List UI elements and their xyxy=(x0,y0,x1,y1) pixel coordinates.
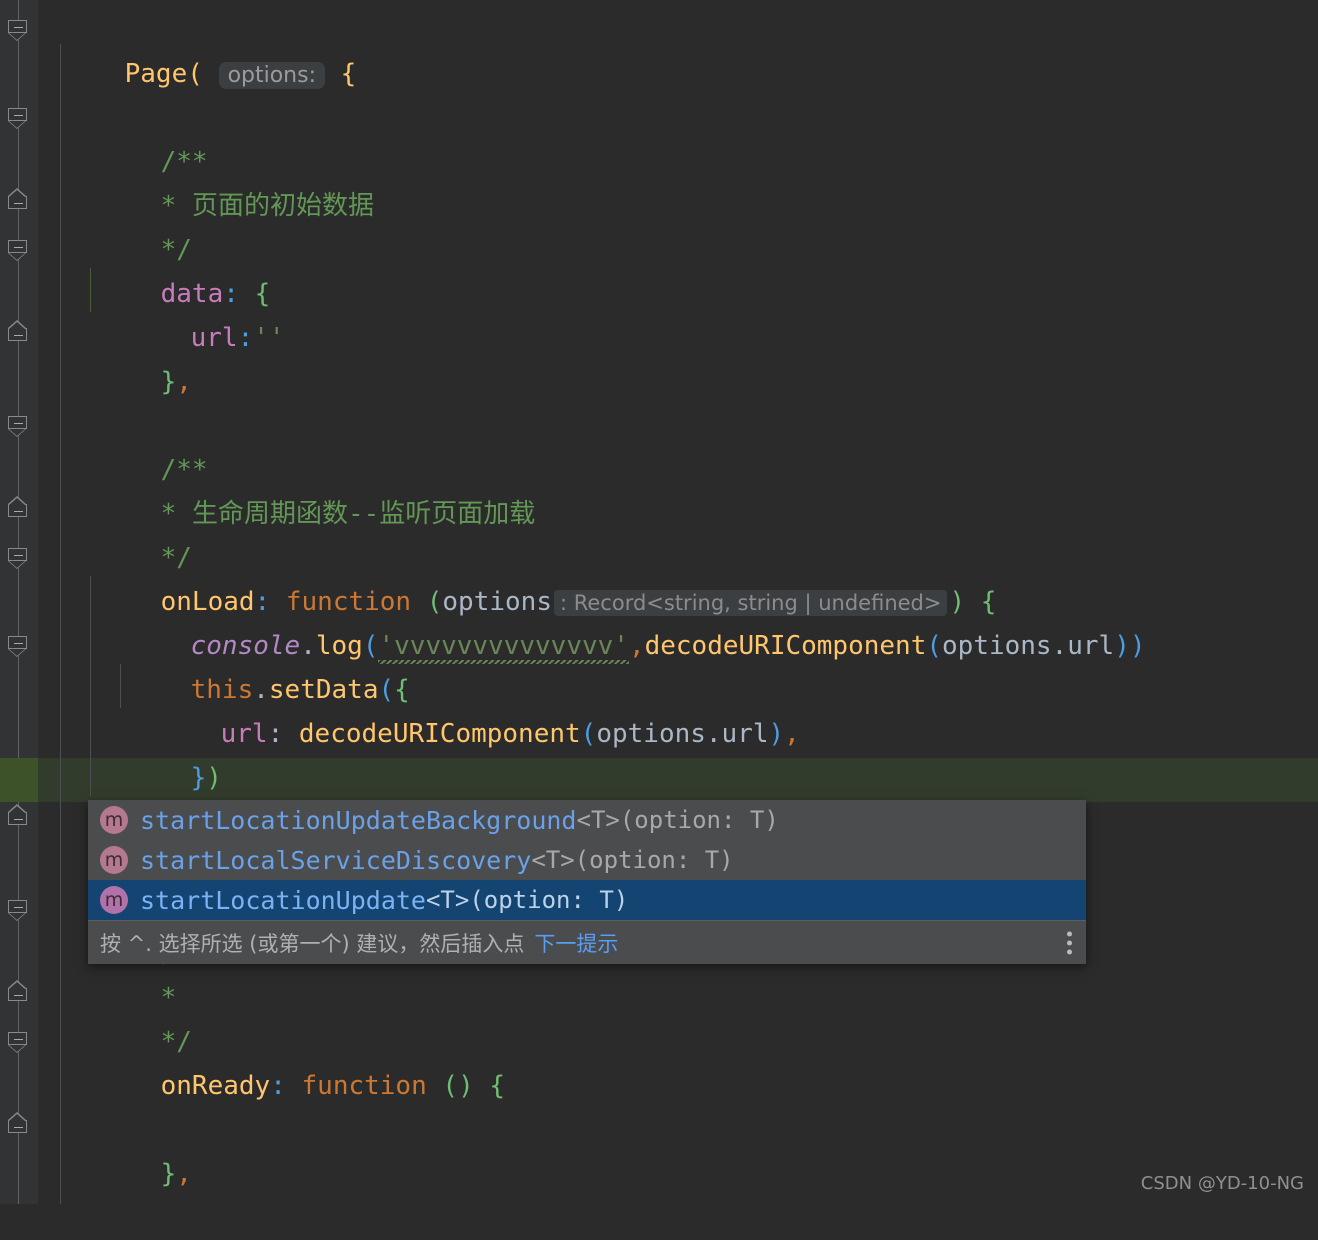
code-line-onready-signature[interactable]: onReady: function () { xyxy=(98,1020,505,1064)
code-line-comment-2-close[interactable]: */ xyxy=(98,492,192,536)
token-colon: : xyxy=(270,1071,286,1101)
fold-marker-comment-1[interactable] xyxy=(8,108,29,129)
completion-item-name: startLocationUpdate xyxy=(140,886,426,915)
fold-marker-onready-end[interactable] xyxy=(8,1120,29,1141)
token-decode-uri: decodeURIComponent xyxy=(299,719,581,749)
indent-guide xyxy=(60,44,61,1204)
token-comment-text-2: 生命周期函数--监听页面加载 xyxy=(192,499,535,529)
token-log-string: 'vvvvvvvvvvvvvv' xyxy=(378,631,628,664)
code-line-comment-2-open[interactable]: /** xyxy=(98,404,208,448)
token-comma: , xyxy=(784,719,800,749)
token-brace-open: { xyxy=(489,1071,505,1101)
token-paren-close: ) xyxy=(458,1071,474,1101)
token-colon: : xyxy=(238,323,254,353)
token-paren-open: ( xyxy=(581,719,597,749)
method-icon: m xyxy=(100,806,128,834)
fold-marker-setdata[interactable] xyxy=(8,636,29,657)
method-icon: m xyxy=(100,886,128,914)
fold-marker-comment-1-end[interactable] xyxy=(8,196,29,217)
code-line-comment-1-body[interactable]: * 页面的初始数据 xyxy=(98,140,374,184)
code-line-console-log[interactable]: console.log('vvvvvvvvvvvvvv',decodeURICo… xyxy=(128,580,1146,624)
token-key-url: url xyxy=(221,719,268,749)
next-tip-link[interactable]: 下一提示 xyxy=(534,928,618,958)
token-paren-open: ( xyxy=(926,631,942,661)
code-line-data-close[interactable]: }, xyxy=(98,316,192,360)
fold-marker-onload-end[interactable] xyxy=(8,812,29,833)
token-empty-string: '' xyxy=(253,323,284,353)
token-brace-open: { xyxy=(341,59,357,89)
code-line-onready-close[interactable]: }, xyxy=(98,1108,192,1152)
gutter-changed-line-marker xyxy=(0,758,38,802)
fold-marker-comment-3-end[interactable] xyxy=(8,988,29,1009)
token-comment-text-1: 页面的初始数据 xyxy=(192,191,374,221)
code-editor[interactable]: Page( options: { /** * 页面的初始数据 */ data: … xyxy=(38,0,1318,1204)
completion-item-signature: <T>(option: T) xyxy=(531,846,733,874)
indent-guide xyxy=(120,664,121,708)
token-comma: , xyxy=(629,631,645,661)
fold-marker-onready[interactable] xyxy=(8,1032,29,1053)
completion-hint-bar: 按 ^. 选择所选 (或第一个) 建议，然后插入点 下一提示 xyxy=(88,920,1086,964)
fold-marker-comment-2-end[interactable] xyxy=(8,504,29,525)
fold-marker-comment-3[interactable] xyxy=(8,900,29,921)
code-line-setdata-close[interactable]: }) xyxy=(128,712,222,756)
token-brace-close: } xyxy=(161,367,177,397)
completion-item-signature: <T>(option: T) xyxy=(577,806,779,834)
token-options-url: options.url xyxy=(596,719,768,749)
completion-item-name: startLocationUpdateBackground xyxy=(140,806,577,835)
token-kw-function: function xyxy=(302,1071,427,1101)
token-page: Page( xyxy=(125,59,203,89)
code-line-page-open[interactable]: Page( options: { xyxy=(62,8,356,52)
completion-hint-text: 按 ^. 选择所选 (或第一个) 建议，然后插入点 xyxy=(100,928,524,958)
code-line-setdata-url[interactable]: url: decodeURIComponent(options.url), xyxy=(158,668,800,712)
code-line-comment-3-close[interactable]: */ xyxy=(98,976,192,1020)
editor-gutter xyxy=(0,0,38,1204)
fold-marker-onload[interactable] xyxy=(8,548,29,569)
token-paren-open: ( xyxy=(442,1071,458,1101)
indent-guide xyxy=(90,268,91,312)
completion-item-selected[interactable]: m startLocationUpdate <T>(option: T) xyxy=(88,880,1086,920)
token-brace-close: } xyxy=(161,1159,177,1189)
token-comma: , xyxy=(176,1159,192,1189)
code-line-data-url[interactable]: url:'' xyxy=(128,272,285,316)
indent-guide xyxy=(90,576,91,796)
code-line-data-open[interactable]: data: { xyxy=(98,228,270,272)
token-decode-uri: decodeURIComponent xyxy=(645,631,927,661)
code-line-comment-1-close[interactable]: */ xyxy=(98,184,192,228)
completion-item-name: startLocalServiceDiscovery xyxy=(140,846,531,875)
more-options-icon[interactable] xyxy=(1067,931,1072,954)
completion-item-signature: <T>(option: T) xyxy=(426,886,628,914)
code-line-comment-2-body[interactable]: * 生命周期函数--监听页面加载 xyxy=(98,448,535,492)
token-paren-close: ) xyxy=(769,719,785,749)
code-line-comment-1-open[interactable]: /** xyxy=(98,96,208,140)
token-key-url: url xyxy=(191,323,238,353)
gutter-fold-line xyxy=(18,0,19,1204)
param-hint-options: options: xyxy=(219,62,325,89)
fold-marker-comment-2[interactable] xyxy=(8,416,29,437)
token-paren-close: ) xyxy=(1114,631,1130,661)
token-options-url: options.url xyxy=(942,631,1114,661)
code-completion-popup[interactable]: m startLocationUpdateBackground <T>(opti… xyxy=(88,800,1086,964)
completion-item[interactable]: m startLocationUpdateBackground <T>(opti… xyxy=(88,800,1086,840)
code-line-wx-startloc[interactable]: wx.startLoc xyxy=(128,756,365,800)
token-paren-close: ) xyxy=(1130,631,1146,661)
fold-marker-data-end[interactable] xyxy=(8,328,29,349)
code-line-onload-signature[interactable]: onLoad: function (options: Record<string… xyxy=(98,536,996,580)
token-colon: : xyxy=(268,719,284,749)
code-line-setdata-open[interactable]: this.setData({ xyxy=(128,624,410,668)
token-comma: , xyxy=(176,367,192,397)
completion-item[interactable]: m startLocalServiceDiscovery <T>(option:… xyxy=(88,840,1086,880)
fold-marker-data[interactable] xyxy=(8,240,29,261)
watermark: CSDN @YD-10-NG xyxy=(1141,1173,1304,1194)
method-icon: m xyxy=(100,846,128,874)
fold-marker-page-open[interactable] xyxy=(8,20,29,41)
token-key-onready: onReady xyxy=(161,1071,271,1101)
